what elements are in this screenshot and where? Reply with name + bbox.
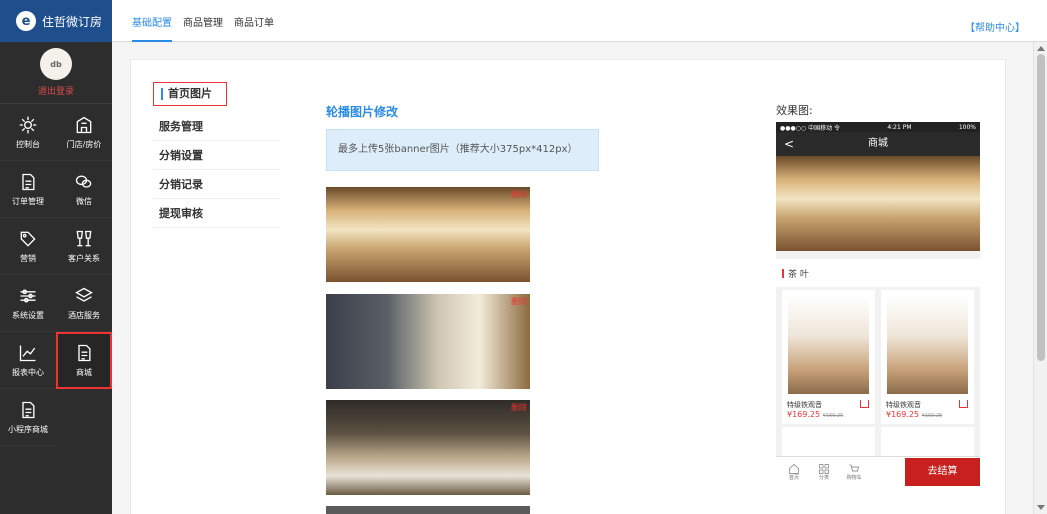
banner-image[interactable] [326, 506, 530, 514]
sidebar-item-wechat[interactable]: 微信 [56, 161, 112, 218]
phone-tab-home: 首页 [779, 463, 809, 481]
sidebar-item-label: 营销 [20, 253, 36, 263]
layers-icon [75, 287, 93, 302]
phone-tab-category: 分类 [809, 463, 839, 481]
scrollbar-thumb[interactable] [1037, 54, 1045, 361]
sliders-icon [20, 289, 36, 302]
cups-icon [76, 230, 92, 246]
brand-header[interactable]: e 住哲微订房 [0, 0, 112, 42]
preview-label: 效果图: [776, 104, 813, 117]
phone-bottom-bar: 首页 分类 购物车 去结算 [776, 456, 980, 486]
sidebar-item-label: 系统设置 [12, 310, 44, 320]
phone-header: < 商城 [776, 132, 980, 156]
gear-icon [19, 116, 37, 133]
sidebar-item-label: 小程序商城 [8, 424, 48, 434]
product-card: 特级铁观音 ¥169.25 ¥169.25 [881, 290, 974, 424]
product-image [788, 296, 869, 394]
phone-banner [776, 156, 980, 251]
sidebar-item-crm[interactable]: 客户关系 [56, 218, 112, 275]
top-tabs-bar: 基础配置 商品管理 商品订单 【帮助中心】 [112, 0, 1047, 42]
submenu-item-services[interactable]: 服务管理 [153, 112, 281, 141]
sidebar-item-orders[interactable]: 订单管理 [0, 161, 56, 218]
cart-icon [860, 400, 869, 408]
building-icon [76, 116, 92, 133]
banner-image[interactable]: 删除 [326, 187, 530, 282]
cart-icon [849, 464, 859, 471]
tab-product-orders[interactable]: 商品订单 [234, 0, 274, 42]
content-panel: 首页图片 服务管理 分销设置 分销记录 提现审核 轮播图片修改 最多上传5张ba… [130, 59, 1006, 514]
grid-icon [819, 463, 829, 474]
home-icon [789, 463, 799, 474]
back-icon: < [784, 137, 795, 151]
tag-icon [20, 231, 36, 247]
cart-icon [959, 400, 968, 408]
upload-notice: 最多上传5张banner图片（推荐大小375px*412px） [326, 129, 599, 171]
checkout-button: 去结算 [905, 458, 980, 486]
delete-button[interactable]: 删除 [511, 296, 527, 307]
tab-basic-config[interactable]: 基础配置 [132, 0, 172, 42]
submenu-item-distribution-records[interactable]: 分销记录 [153, 170, 281, 199]
scroll-down-icon[interactable] [1037, 505, 1045, 510]
user-box: db 退出登录 [0, 42, 112, 104]
banner-image[interactable]: 删除 [326, 400, 530, 495]
scroll-up-icon[interactable] [1037, 46, 1045, 51]
product-grid: 特级铁观音 ¥169.25 ¥169.25 特级铁观音 ¥169.25 ¥169… [776, 287, 980, 427]
phone-preview: ●●●○○ 中国移动 令 4:21 PM 100% < 商城 茶 叶 特级铁观音… [776, 122, 980, 486]
avatar[interactable]: db [40, 48, 72, 80]
sidebar-item-hotel-service[interactable]: 酒店服务 [56, 275, 112, 332]
sidebar-item-label: 商城 [76, 367, 92, 377]
delete-button[interactable]: 删除 [511, 402, 527, 413]
sidebar-item-label: 订单管理 [12, 196, 44, 206]
section-title: 轮播图片修改 [326, 105, 399, 119]
sidebar-item-reports[interactable]: 报表中心 [0, 332, 56, 389]
logout-link[interactable]: 退出登录 [38, 84, 74, 97]
phone-status-bar: ●●●○○ 中国移动 令 4:21 PM 100% [776, 122, 980, 132]
sidebar-item-settings[interactable]: 系统设置 [0, 275, 56, 332]
sidebar-nav: 控制台 门店/房价 订单管理 微信 营销 客户关系 系统设置 酒店服务 报表中心… [0, 104, 112, 446]
sidebar-item-label: 门店/房价 [66, 139, 102, 149]
brand-logo-icon: e [16, 11, 36, 31]
wechat-icon [75, 175, 92, 188]
sidebar-item-marketing[interactable]: 营销 [0, 218, 56, 275]
submenu-item-home-images[interactable]: 首页图片 [153, 82, 227, 106]
sidebar-item-mall[interactable]: 商城 [56, 332, 112, 389]
submenu: 首页图片 服务管理 分销设置 分销记录 提现审核 [153, 82, 281, 228]
sidebar-item-console[interactable]: 控制台 [0, 104, 56, 161]
phone-category: 茶 叶 [776, 259, 980, 287]
document-icon [22, 401, 35, 418]
main-content: 首页图片 服务管理 分销设置 分销记录 提现审核 轮播图片修改 最多上传5张ba… [112, 43, 1033, 514]
sidebar-item-label: 酒店服务 [68, 310, 100, 320]
product-image [887, 296, 968, 394]
document-icon [78, 344, 91, 361]
submenu-item-withdrawal-review[interactable]: 提现审核 [153, 199, 281, 228]
delete-button[interactable]: 删除 [511, 189, 527, 200]
sidebar-item-label: 微信 [76, 196, 92, 206]
document-icon [22, 173, 35, 190]
sidebar-item-store[interactable]: 门店/房价 [56, 104, 112, 161]
sidebar-item-label: 客户关系 [68, 253, 100, 263]
submenu-item-distribution-settings[interactable]: 分销设置 [153, 141, 281, 170]
help-center-link[interactable]: 【帮助中心】 [965, 19, 1025, 34]
vertical-scrollbar[interactable] [1033, 42, 1047, 514]
sidebar-item-label: 控制台 [16, 139, 40, 149]
banner-image[interactable]: 删除 [326, 294, 530, 389]
sidebar-item-mini-mall[interactable]: 小程序商城 [0, 389, 56, 446]
sidebar: e 住哲微订房 db 退出登录 控制台 门店/房价 订单管理 微信 营销 客户关… [0, 0, 112, 514]
brand-name: 住哲微订房 [42, 14, 103, 29]
phone-tab-cart: 购物车 [839, 463, 869, 481]
tab-product-management[interactable]: 商品管理 [183, 0, 223, 42]
sidebar-item-label: 报表中心 [12, 367, 44, 377]
product-card: 特级铁观音 ¥169.25 ¥169.25 [782, 290, 875, 424]
chart-icon [19, 345, 36, 361]
